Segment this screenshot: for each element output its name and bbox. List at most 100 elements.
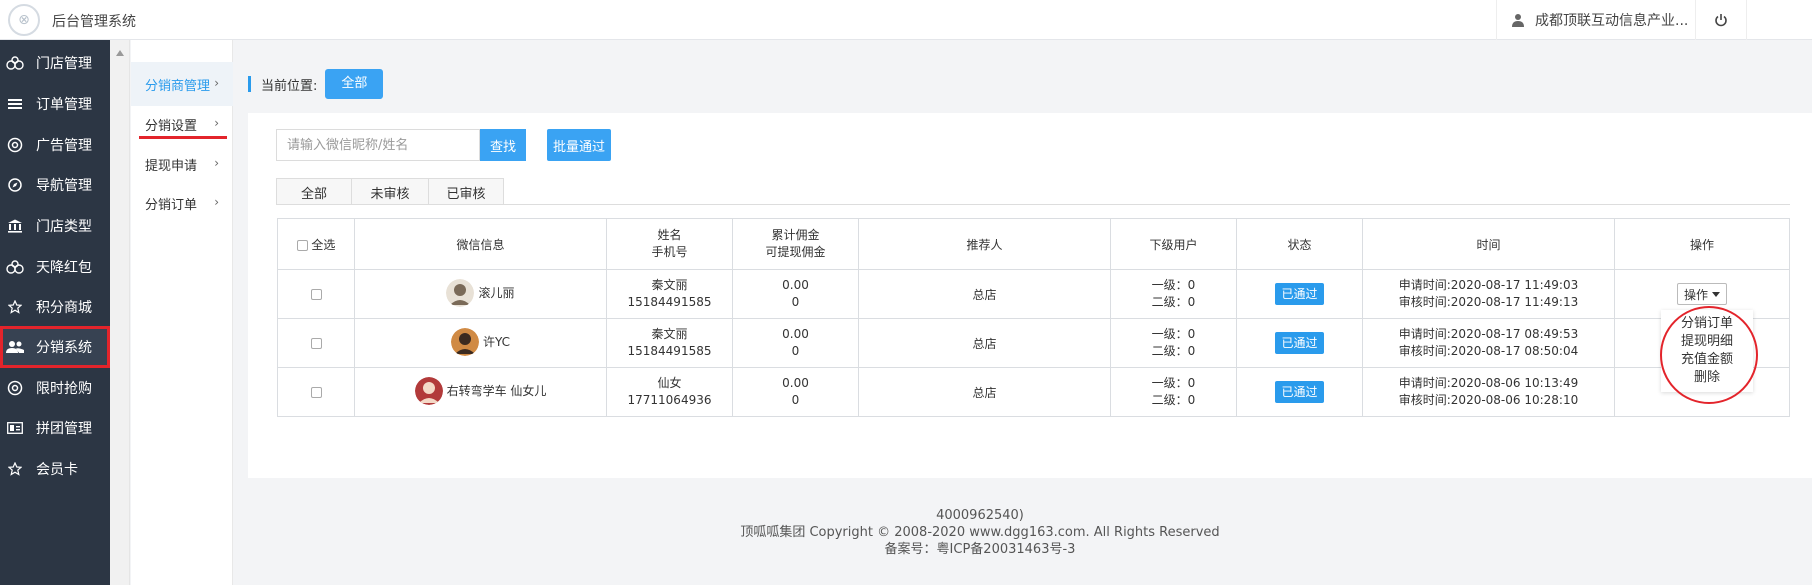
- sidebar-item-3[interactable]: 导航管理: [0, 164, 110, 206]
- row-select-cell[interactable]: [277, 269, 355, 319]
- select-all-header[interactable]: 全选: [277, 218, 355, 270]
- search-input[interactable]: [276, 129, 480, 161]
- compass-icon: [6, 176, 24, 194]
- ad-icon: [6, 136, 24, 154]
- subnav-item-label: 分销商管理: [145, 78, 211, 94]
- level1-count: 一级：0: [1151, 278, 1196, 292]
- real-name: 秦文丽: [651, 327, 688, 341]
- power-icon: [1715, 14, 1727, 27]
- bank-icon: [6, 217, 24, 235]
- breadcrumb-marker: [248, 76, 251, 92]
- referrer-cell: 总店: [858, 269, 1111, 319]
- tab-pending[interactable]: 未审核: [351, 178, 429, 205]
- level2-count: 二级：0: [1151, 295, 1196, 309]
- subnav-item-0[interactable]: 分销商管理 ›: [131, 62, 233, 106]
- sidebar-item-0[interactable]: 门店管理: [0, 42, 110, 84]
- avatar: [446, 278, 475, 307]
- apply-time: 申请时间:2020-08-17 08:49:53: [1398, 327, 1579, 341]
- select-all-checkbox[interactable]: [296, 239, 308, 251]
- sub-sidebar: 分销商管理 › 分销设置 › 提现申请 › 分销订单 ›: [131, 40, 233, 585]
- avatar: [450, 327, 479, 356]
- sidebar-item-2[interactable]: 广告管理: [0, 124, 110, 166]
- sidebar-item-label: 会员卡: [36, 462, 78, 478]
- level2-count: 二级：0: [1151, 393, 1196, 407]
- sidebar-scrollbar[interactable]: [110, 40, 130, 585]
- breadcrumb-current[interactable]: 全部: [325, 69, 384, 99]
- nickname: 滚儿丽: [478, 286, 515, 300]
- search-button[interactable]: 查找: [480, 129, 526, 161]
- distributor-table: 全选 微信信息 姓名 手机号 累计佣金 可提现佣金 推荐人 下级用户 状态 时间 操…: [277, 218, 1790, 417]
- subnav-item-label: 分销设置: [145, 118, 198, 134]
- level1-count: 一级：0: [1151, 327, 1196, 341]
- row-select-cell[interactable]: [277, 318, 355, 368]
- row-checkbox[interactable]: [310, 387, 322, 398]
- subordinates-cell: 一级：0 二级：0: [1110, 318, 1237, 368]
- apply-time: 申请时间:2020-08-06 10:13:49: [1398, 376, 1579, 390]
- withdrawable: 0: [791, 393, 800, 407]
- row-select-cell[interactable]: [277, 367, 355, 417]
- subnav-item-label: 分销订单: [145, 197, 198, 213]
- sidebar-item-1[interactable]: 订单管理: [0, 83, 110, 125]
- phone: 15184491585: [627, 344, 712, 358]
- tab-reviewed[interactable]: 已审核: [428, 178, 504, 205]
- users-icon: [6, 338, 24, 356]
- user-icon: [1512, 14, 1524, 27]
- action-label: 操作: [1683, 287, 1708, 302]
- header-name-phone: 姓名 手机号: [606, 218, 733, 270]
- sidebar-item-label: 拼团管理: [36, 421, 92, 437]
- footer-copyright: 顶呱呱集团 Copyright © 2008-2020 www.dgg163.c…: [740, 525, 1220, 540]
- phone: 17711064936: [627, 393, 712, 407]
- list-icon: [6, 95, 24, 113]
- name-phone-cell: 秦文丽 15184491585: [606, 318, 733, 368]
- sidebar-item-9[interactable]: 拼团管理: [0, 407, 110, 449]
- table-row: 滚儿丽 秦文丽 15184491585 0.00 0 总店 一级：0 二级：0 已通过…: [277, 269, 1790, 319]
- store-icon: [6, 54, 24, 72]
- header-subordinates: 下级用户: [1110, 218, 1237, 270]
- referrer-cell: 总店: [858, 318, 1111, 368]
- withdrawable: 0: [791, 344, 800, 358]
- nickname: 许YC: [482, 335, 511, 349]
- row-checkbox[interactable]: [310, 338, 322, 349]
- commission-cell: 0.00 0: [732, 367, 859, 417]
- scroll-up-icon[interactable]: [116, 50, 124, 56]
- subordinates-cell: 一级：0 二级：0: [1110, 367, 1237, 417]
- sidebar-item-5[interactable]: 天降红包: [0, 246, 110, 288]
- sidebar-item-8[interactable]: 限时抢购: [0, 367, 110, 409]
- user-menu[interactable]: 成都顶联互动信息产业...: [1496, 0, 1702, 40]
- status-badge: 已通过: [1275, 381, 1324, 403]
- time-cell: 申请时间:2020-08-17 08:49:53 审核时间:2020-08-17 …: [1362, 318, 1615, 368]
- subnav-item-1[interactable]: 分销设置 ›: [131, 102, 233, 146]
- sidebar-item-label: 门店管理: [36, 56, 92, 72]
- header-referrer: 推荐人: [858, 218, 1111, 270]
- name-phone-cell: 秦文丽 15184491585: [606, 269, 733, 319]
- sidebar-item-10[interactable]: 会员卡: [0, 448, 110, 490]
- select-all-label: 全选: [311, 237, 336, 252]
- sidebar-item-6[interactable]: 积分商城: [0, 286, 110, 328]
- main-sidebar: 门店管理订单管理广告管理导航管理 门店类型 天降红包 积分商城 分销系统限时抢购拼团管理…: [0, 40, 110, 585]
- phone: 15184491585: [627, 295, 712, 309]
- row-checkbox[interactable]: [310, 289, 322, 300]
- status-badge: 已通过: [1275, 332, 1324, 354]
- caret-down-icon: [1712, 291, 1720, 297]
- sidebar-item-label: 限时抢购: [36, 381, 92, 397]
- sidebar-item-label: 广告管理: [36, 138, 92, 154]
- app-title: 后台管理系统: [52, 14, 136, 30]
- footer-hotline: 4000962540): [936, 508, 1024, 523]
- subnav-item-2[interactable]: 提现申请 ›: [131, 142, 233, 186]
- logout-button[interactable]: [1695, 0, 1747, 40]
- sidebar-item-4[interactable]: 门店类型: [0, 205, 110, 247]
- batch-approve-button[interactable]: 批量通过: [547, 129, 611, 161]
- sidebar-item-7[interactable]: 分销系统: [0, 326, 110, 368]
- subnav-item-3[interactable]: 分销订单 ›: [131, 181, 233, 225]
- tab-all[interactable]: 全部: [276, 178, 352, 205]
- wechat-cell: 滚儿丽: [354, 269, 607, 319]
- nickname: 右转弯学车 仙女儿: [446, 384, 547, 398]
- review-time: 审核时间:2020-08-17 11:49:13: [1398, 295, 1579, 309]
- time-cell: 申请时间:2020-08-17 11:49:03 审核时间:2020-08-17 …: [1362, 269, 1615, 319]
- highlight-circle: [1660, 306, 1758, 404]
- status-cell: 已通过: [1236, 269, 1363, 319]
- sidebar-item-label: 订单管理: [36, 97, 92, 113]
- name-phone-cell: 仙女 17711064936: [606, 367, 733, 417]
- action-dropdown-button[interactable]: 操作: [1676, 283, 1727, 305]
- redpacket-icon: [6, 258, 24, 276]
